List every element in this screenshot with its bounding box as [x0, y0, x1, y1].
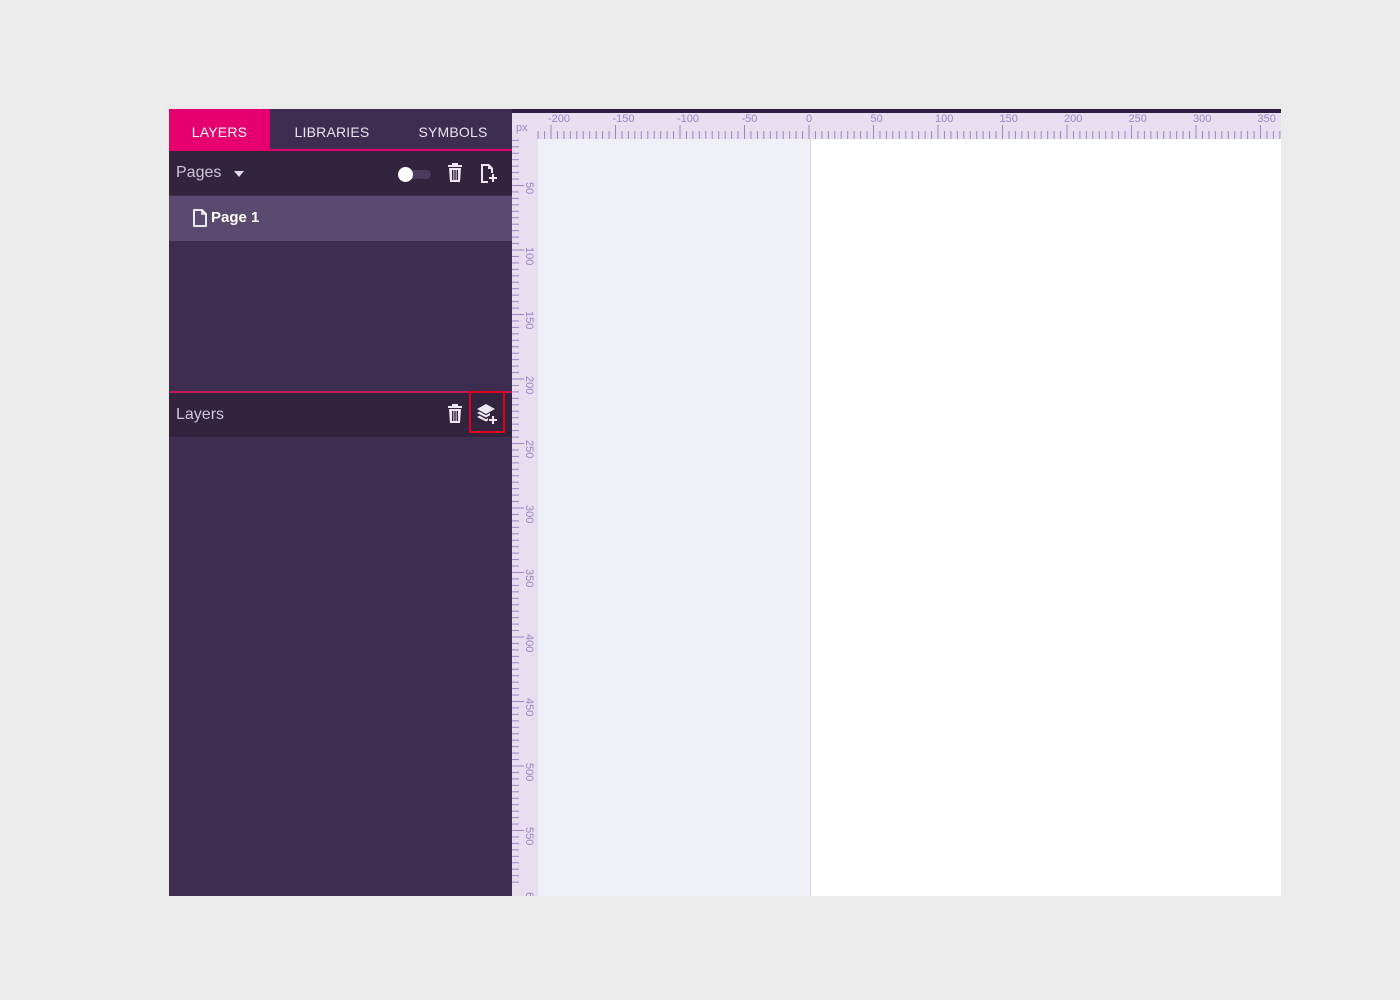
ruler-tick-label: 150 — [523, 311, 535, 330]
ruler-tick-label: -200 — [548, 113, 571, 125]
caret-down-icon[interactable] — [234, 171, 244, 177]
ruler-tick-label: 350 — [1257, 113, 1276, 125]
ruler-tick-label: 500 — [523, 762, 535, 781]
page-name: Page 1 — [211, 209, 260, 226]
ruler-tick-label: 200 — [523, 375, 535, 394]
toggle-knob — [398, 167, 413, 182]
ruler-tick-label: 300 — [523, 504, 535, 523]
ruler-tick-label: 100 — [935, 113, 954, 125]
ruler-tick-label: 350 — [523, 569, 535, 588]
add-layer-highlight — [469, 391, 505, 433]
tab-layers[interactable]: LAYERS — [169, 109, 270, 149]
vertical-ruler[interactable]: 50 100 150 200 250 300 350 400 450 500 550 6 — [512, 139, 538, 896]
ruler-tick-label: 250 — [1128, 113, 1147, 125]
ruler-tick-label: 100 — [523, 246, 535, 265]
layers-header: Layers — [169, 393, 512, 437]
ruler-tick-label: 50 — [870, 113, 883, 125]
file-icon — [193, 209, 207, 232]
ruler-tick-label: 250 — [523, 440, 535, 459]
ruler-tick-label: -50 — [741, 113, 758, 125]
ruler-tick-label: 6 — [523, 891, 535, 897]
pages-header: Pages — [169, 151, 512, 195]
horizontal-ruler[interactable]: px -200 -150 -100 -50 0 50 100 150 200 250 300 350 — [512, 109, 1281, 139]
artboard[interactable] — [810, 139, 1281, 896]
ruler-tick-label: 150 — [999, 113, 1018, 125]
ruler-tick-label: 200 — [1064, 113, 1083, 125]
trash-icon[interactable] — [443, 161, 467, 185]
ruler-tick-label: 50 — [523, 182, 535, 195]
add-page-icon[interactable] — [476, 161, 500, 185]
pages-dropdown-label[interactable]: Pages — [176, 164, 221, 182]
ruler-tick-label: 0 — [806, 113, 813, 125]
layers-label: Layers — [176, 406, 225, 423]
ruler-tick-label: -100 — [677, 113, 700, 125]
ruler-unit-label: px — [516, 122, 528, 134]
ruler-tick-label: 300 — [1193, 113, 1212, 125]
tab-libraries[interactable]: LIBRARIES — [270, 109, 394, 149]
editor-window: LAYERS LIBRARIES SYMBOLS Pages Page 1 La… — [169, 109, 1281, 896]
ruler-tick-label: 450 — [523, 698, 535, 717]
pages-toggle[interactable] — [395, 161, 433, 185]
ruler-tick-label: -150 — [612, 113, 635, 125]
trash-icon[interactable] — [443, 402, 467, 426]
left-sidebar: LAYERS LIBRARIES SYMBOLS Pages Page 1 La… — [169, 109, 512, 896]
sidebar-tabs: LAYERS LIBRARIES SYMBOLS — [169, 109, 512, 151]
tab-symbols[interactable]: SYMBOLS — [394, 109, 512, 149]
ruler-tick-label: 550 — [523, 827, 535, 846]
ruler-tick-label: 400 — [523, 633, 535, 652]
page-list-item[interactable]: Page 1 — [169, 196, 512, 241]
